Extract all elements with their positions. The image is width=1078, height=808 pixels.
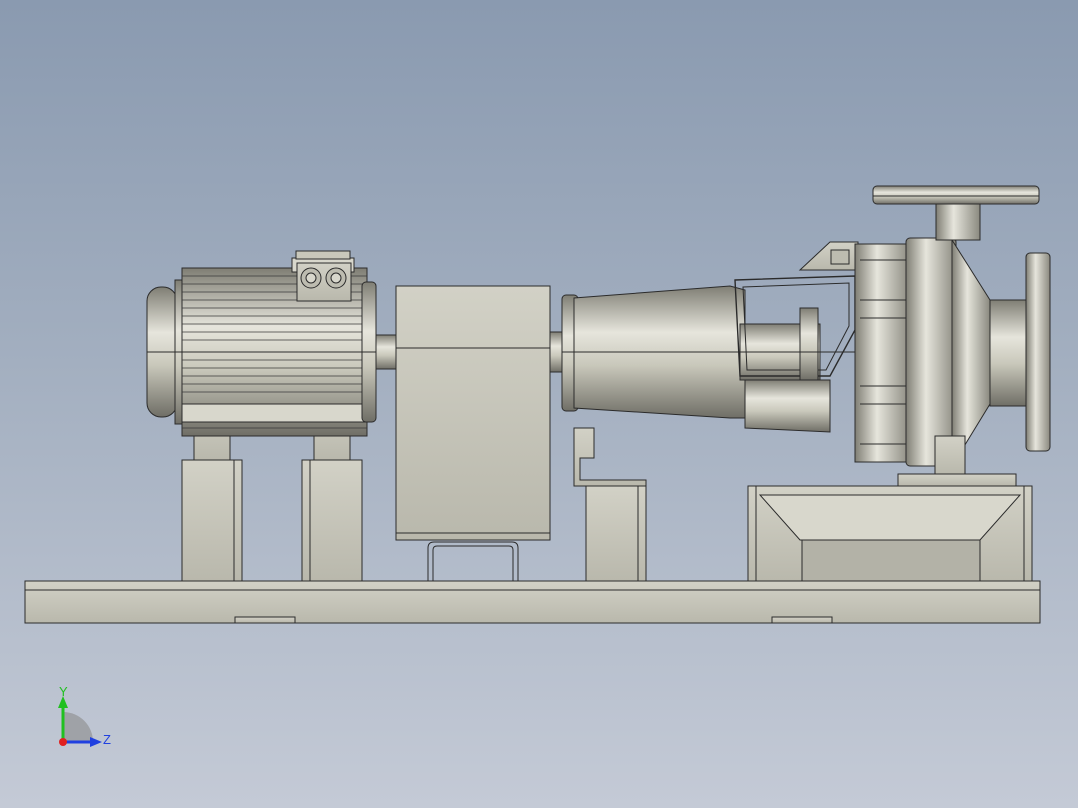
motor-terminal-box: [291, 250, 355, 302]
motor-shaft: [375, 334, 399, 370]
motor-support-right: [301, 459, 363, 582]
x-axis-dot: [59, 738, 67, 746]
base-foot-right: [771, 616, 833, 624]
base-foot-left: [234, 616, 296, 624]
seal-chamber: [854, 243, 911, 463]
base-frame: [24, 580, 1041, 624]
z-axis-label: Z: [103, 732, 111, 747]
bearing-support: [573, 427, 647, 582]
triad-arc: [63, 712, 93, 742]
y-axis-label: Y: [59, 684, 68, 699]
3d-viewport[interactable]: Y Z: [0, 0, 1078, 808]
pump-support-frame: [747, 485, 1033, 582]
z-axis-arrow: [90, 737, 102, 747]
pump-assembly-model[interactable]: [0, 0, 1078, 808]
suction-flange: [989, 252, 1051, 452]
motor-support-left: [181, 459, 243, 582]
coordinate-triad: Y Z: [58, 684, 111, 747]
coupling-guard: [395, 285, 551, 581]
discharge-flange: [872, 185, 1040, 241]
